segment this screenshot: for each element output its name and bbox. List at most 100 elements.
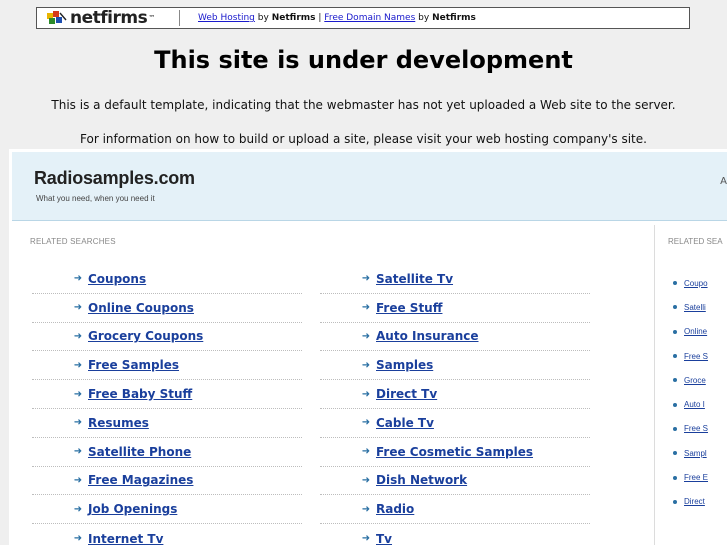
sidebar-list-item: Coupo bbox=[673, 271, 708, 295]
arrow-right-icon: ➜ bbox=[361, 446, 371, 458]
related-searches-column-a: ➜ Coupons ➜ Online Coupons ➜ Grocery Coupons ➜… bbox=[32, 265, 302, 545]
list-item: ➜ Free Cosmetic Samples bbox=[320, 438, 590, 467]
related-search-link[interactable]: Coupons bbox=[88, 272, 146, 286]
sidebar-search-link[interactable]: Free S bbox=[684, 424, 708, 433]
by-text: by bbox=[418, 13, 430, 23]
dot-icon bbox=[673, 281, 677, 286]
related-search-link[interactable]: Grocery Coupons bbox=[88, 329, 203, 343]
logo-wordmark: netfirms bbox=[70, 8, 148, 28]
sidebar-search-link[interactable]: Sampl bbox=[684, 449, 707, 458]
related-search-link[interactable]: Tv bbox=[376, 532, 392, 545]
related-search-link[interactable]: Free Stuff bbox=[376, 301, 442, 315]
arrow-right-icon: ➜ bbox=[361, 388, 371, 400]
sidebar-list-item: Online bbox=[673, 320, 708, 344]
arrow-right-icon: ➜ bbox=[361, 302, 371, 314]
related-search-link[interactable]: Auto Insurance bbox=[376, 329, 479, 343]
by-text: by bbox=[257, 13, 269, 23]
list-item: ➜ Satellite Phone bbox=[32, 438, 302, 467]
sidebar-search-link[interactable]: Free E bbox=[684, 473, 708, 482]
sidebar-search-link[interactable]: Online bbox=[684, 327, 707, 336]
sidebar-list-item: Groce bbox=[673, 368, 708, 392]
arrow-right-icon: ➜ bbox=[73, 474, 83, 486]
list-item: ➜ Tv bbox=[320, 524, 590, 545]
arrow-right-icon: ➜ bbox=[73, 302, 83, 314]
sidebar-related-list: Coupo Satelli Online Free S Groce Auto I Free … bbox=[673, 271, 708, 514]
arrow-right-icon: ➜ bbox=[361, 359, 371, 371]
free-domain-names-link[interactable]: Free Domain Names bbox=[324, 13, 415, 23]
related-search-link[interactable]: Resumes bbox=[88, 416, 149, 430]
arrow-right-icon: ➜ bbox=[73, 359, 83, 371]
parked-page-frame: Radiosamples.com What you need, when you… bbox=[9, 149, 727, 545]
list-item: ➜ Free Magazines bbox=[32, 467, 302, 496]
related-search-link[interactable]: Samples bbox=[376, 358, 433, 372]
list-item: ➜ Coupons bbox=[32, 265, 302, 294]
logo-trademark: ™ bbox=[148, 14, 156, 22]
arrow-right-icon: ➜ bbox=[361, 503, 371, 515]
related-search-link[interactable]: Free Cosmetic Samples bbox=[376, 445, 533, 459]
dot-icon bbox=[673, 305, 677, 310]
arrow-right-icon: ➜ bbox=[73, 330, 83, 342]
related-search-link[interactable]: Online Coupons bbox=[88, 301, 194, 315]
netfirms-banner: netfirms ™ Web Hosting by Netfirms | Fre… bbox=[36, 7, 690, 29]
arrow-right-icon: ➜ bbox=[73, 388, 83, 400]
site-tagline: What you need, when you need it bbox=[36, 194, 155, 203]
dot-icon bbox=[673, 475, 677, 480]
sidebar-search-link[interactable]: Direct bbox=[684, 497, 705, 506]
related-search-link[interactable]: Satellite Phone bbox=[88, 445, 191, 459]
related-search-link[interactable]: Direct Tv bbox=[376, 387, 437, 401]
related-search-link[interactable]: Free Baby Stuff bbox=[88, 387, 192, 401]
arrow-right-icon: ➜ bbox=[361, 330, 371, 342]
sidebar-search-link[interactable]: Auto I bbox=[684, 400, 705, 409]
related-search-link[interactable]: Satellite Tv bbox=[376, 272, 453, 286]
dot-icon bbox=[673, 426, 677, 431]
related-searches-heading: RELATED SEARCHES bbox=[30, 237, 116, 246]
dot-icon bbox=[673, 402, 677, 407]
arrow-right-icon: ➜ bbox=[73, 273, 83, 285]
list-item: ➜ Cable Tv bbox=[320, 409, 590, 438]
arrow-right-icon: ➜ bbox=[73, 503, 83, 515]
netfirms-brand-text: Netfirms bbox=[271, 13, 316, 23]
sidebar-search-link[interactable]: Coupo bbox=[684, 279, 708, 288]
list-item: ➜ Radio bbox=[320, 495, 590, 525]
netfirms-logo[interactable]: netfirms ™ bbox=[37, 8, 167, 28]
list-item: ➜ Online Coupons bbox=[32, 294, 302, 323]
sidebar-search-link[interactable]: Free S bbox=[684, 352, 708, 361]
sidebar-related-heading: RELATED SEA bbox=[668, 237, 723, 246]
site-header: Radiosamples.com What you need, when you… bbox=[12, 152, 727, 221]
list-item: ➜ Satellite Tv bbox=[320, 265, 590, 294]
notice-line-1: This is a default template, indicating t… bbox=[51, 98, 676, 112]
related-search-link[interactable]: Radio bbox=[376, 502, 414, 516]
site-name[interactable]: Radiosamples.com bbox=[34, 168, 195, 189]
sidebar-search-link[interactable]: Satelli bbox=[684, 303, 706, 312]
related-search-link[interactable]: Free Samples bbox=[88, 358, 179, 372]
arrow-right-icon: ➜ bbox=[73, 417, 83, 429]
related-search-link[interactable]: Cable Tv bbox=[376, 416, 434, 430]
related-searches-column-b: ➜ Satellite Tv ➜ Free Stuff ➜ Auto Insurance ➜… bbox=[320, 265, 590, 545]
sidebar-search-link[interactable]: Groce bbox=[684, 376, 706, 385]
related-search-link[interactable]: Job Openings bbox=[88, 502, 177, 516]
notice-line-2: For information on how to build or uploa… bbox=[80, 132, 647, 146]
arrow-right-icon: ➜ bbox=[361, 273, 371, 285]
list-item: ➜ Samples bbox=[320, 351, 590, 381]
sidebar-list-item: Sampl bbox=[673, 441, 708, 465]
list-item: ➜ Free Baby Stuff bbox=[32, 380, 302, 409]
list-item: ➜ Free Stuff bbox=[320, 294, 590, 323]
related-searches-panel: RELATED SEARCHES ➜ Coupons ➜ Online Coupons… bbox=[12, 225, 655, 545]
arrow-right-icon: ➜ bbox=[361, 533, 371, 545]
list-item: ➜ Job Openings bbox=[32, 495, 302, 525]
related-search-link[interactable]: Free Magazines bbox=[88, 473, 193, 487]
arrow-right-icon: ➜ bbox=[361, 474, 371, 486]
pipe-divider: | bbox=[318, 13, 322, 23]
dot-icon bbox=[673, 499, 677, 504]
related-search-link[interactable]: Dish Network bbox=[376, 473, 467, 487]
web-hosting-link[interactable]: Web Hosting bbox=[198, 13, 255, 23]
arrow-right-icon: ➜ bbox=[73, 446, 83, 458]
sidebar-list-item: Satelli bbox=[673, 295, 708, 319]
list-item: ➜ Free Samples bbox=[32, 351, 302, 381]
list-item: ➜ Auto Insurance bbox=[320, 323, 590, 352]
dot-icon bbox=[673, 329, 677, 334]
sidebar-list-item: Auto I bbox=[673, 392, 708, 416]
list-item: ➜ Dish Network bbox=[320, 467, 590, 496]
list-item: ➜ Internet Tv bbox=[32, 524, 302, 545]
related-search-link[interactable]: Internet Tv bbox=[88, 532, 163, 545]
